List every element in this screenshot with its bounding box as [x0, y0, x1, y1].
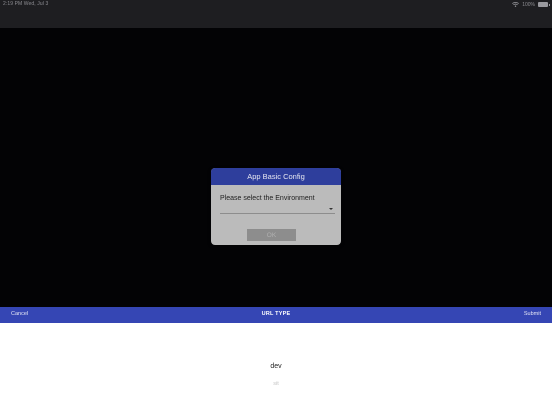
wifi-icon: [512, 2, 520, 7]
picker-title: URL TYPE: [261, 311, 291, 317]
environment-prompt: Please select the Environment: [220, 195, 315, 202]
dialog-header: App Basic Config: [211, 168, 341, 185]
cancel-button[interactable]: Cancel: [11, 311, 28, 317]
app-config-dialog: App Basic Config Please select the Envir…: [211, 168, 341, 245]
submit-button[interactable]: Submit: [524, 311, 541, 317]
chevron-down-icon: [329, 208, 333, 210]
status-indicators: 100%: [512, 1, 550, 8]
app-screen: 2:19 PM Wed, Jul 3 100% App Basic Config…: [0, 0, 552, 414]
battery-percentage: 100%: [522, 1, 535, 8]
picker-toolbar: Cancel URL TYPE Submit: [0, 307, 552, 323]
ok-button[interactable]: OK: [247, 229, 296, 241]
battery-icon: [538, 2, 550, 7]
dialog-title: App Basic Config: [247, 172, 305, 181]
picker-option-dev[interactable]: dev: [0, 363, 552, 370]
status-bar: 2:19 PM Wed, Jul 3 100%: [0, 0, 552, 28]
environment-select[interactable]: [220, 204, 335, 214]
url-type-picker[interactable]: dev sit: [0, 323, 552, 414]
picker-option-sit[interactable]: sit: [0, 381, 552, 387]
status-time: 2:19 PM Wed, Jul 3: [3, 1, 49, 7]
